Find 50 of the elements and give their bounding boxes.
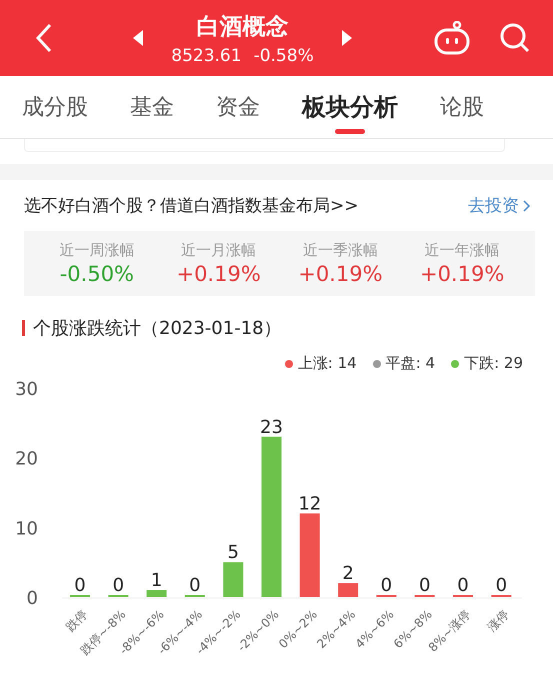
bar-value-label: 0 [189, 575, 201, 596]
axis-tick-label: 0 [26, 588, 38, 609]
index-change: -0.58% [254, 46, 314, 66]
axis-tick-label: 20 [15, 448, 38, 470]
return-label: 近一周涨幅 [59, 241, 134, 260]
chevron-icon [523, 200, 531, 212]
legend-label: 平盘: 4 [386, 354, 436, 373]
return-value: -0.50% [60, 262, 134, 286]
bar-value-label: 1 [150, 570, 162, 592]
next-icon[interactable] [342, 30, 352, 46]
bar-value-label: 0 [496, 575, 508, 596]
previous-icon[interactable] [133, 30, 144, 46]
bar-value-label: 23 [260, 416, 283, 438]
return-label: 近一季涨幅 [302, 241, 378, 260]
bar-value-label: 12 [298, 493, 322, 514]
tab[interactable]: 基金 [130, 76, 174, 138]
category-label: 跌停 [63, 607, 90, 634]
category-label: 涨停 [484, 607, 512, 634]
tab[interactable]: 论股 [440, 76, 484, 138]
bar [146, 590, 167, 597]
section-marker [22, 320, 25, 336]
return-value: +0.19% [298, 262, 383, 286]
return-label: 近一年涨幅 [424, 241, 500, 260]
return-value: +0.19% [176, 262, 261, 286]
bar-value-label: 0 [418, 575, 430, 596]
bar-value-label: 5 [227, 542, 239, 564]
bar [223, 562, 244, 597]
return-value: +0.19% [420, 262, 504, 286]
tab[interactable]: 成分股 [22, 76, 88, 138]
back-icon[interactable] [36, 23, 52, 53]
legend-label: 上涨: 14 [298, 354, 357, 373]
bar-value-label: 0 [380, 575, 392, 596]
index-price: 8523.61 [171, 46, 242, 66]
tab[interactable]: 板块分析 [302, 76, 398, 138]
tab[interactable]: 资金 [216, 76, 260, 138]
bar [338, 583, 358, 597]
axis-tick-label: 10 [15, 518, 38, 540]
bar-value-label: 0 [112, 575, 124, 596]
bar-value-label: 2 [342, 563, 354, 584]
legend-label: 下跌: 29 [464, 354, 523, 373]
bar-value-label: 0 [74, 575, 86, 596]
search-icon[interactable] [498, 22, 531, 54]
robot-icon[interactable] [432, 21, 471, 55]
bar-value-label: 0 [457, 575, 469, 596]
promo-text: 选不好白酒个股？借道白酒指数基金布局>> [24, 195, 358, 217]
page-title: 白酒概念 [196, 12, 288, 42]
section-title: 个股涨跌统计（2023-01-18） [33, 317, 282, 340]
axis-tick-label: 30 [15, 379, 38, 400]
return-label: 近一月涨幅 [181, 241, 256, 260]
invest-link[interactable]: 去投资 [468, 194, 531, 217]
